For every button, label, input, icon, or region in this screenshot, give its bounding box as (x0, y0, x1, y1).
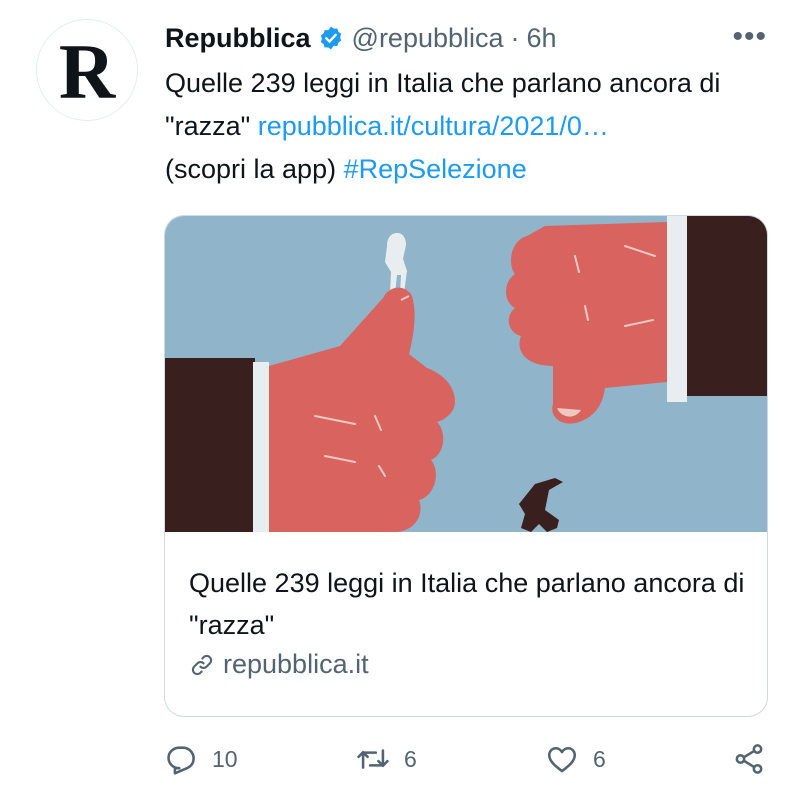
more-options-icon[interactable]: ••• (732, 22, 767, 52)
tweet-actions: 10 6 6 (164, 742, 784, 786)
tweet-time[interactable]: 6h (527, 23, 557, 54)
share-icon (735, 744, 763, 774)
heart-icon (547, 746, 577, 773)
reply-button[interactable]: 10 (164, 742, 238, 776)
link-card[interactable]: Quelle 239 leggi in Italia che parlano a… (164, 215, 768, 717)
author-handle[interactable]: @repubblica (352, 23, 504, 54)
card-title: Quelle 239 leggi in Italia che parlano a… (189, 568, 745, 640)
share-button[interactable] (732, 742, 766, 776)
tweet-header: Repubblica @repubblica · 6h (165, 18, 557, 58)
link-icon (191, 654, 213, 675)
separator-dot: · (510, 22, 520, 53)
avatar[interactable]: R (36, 19, 138, 121)
retweet-icon (357, 749, 389, 769)
card-illustration (165, 216, 767, 532)
avatar-logo: R (58, 28, 116, 115)
reply-count: 10 (212, 745, 238, 772)
retweet-count: 6 (404, 745, 417, 772)
reply-icon (167, 746, 195, 775)
card-domain: repubblica.it (189, 649, 369, 680)
verified-badge-icon (318, 25, 344, 51)
tweet-text: Quelle 239 leggi in Italia che parlano a… (165, 62, 775, 191)
card-domain-text: repubblica.it (223, 649, 369, 679)
like-count: 6 (593, 745, 606, 772)
hashtag-link[interactable]: #RepSelezione (344, 154, 527, 184)
like-button[interactable]: 6 (545, 742, 606, 776)
tweet-text-part2: (scopri la app) (165, 154, 344, 184)
tweet-link[interactable]: repubblica.it/cultura/2021/0… (258, 111, 609, 141)
author-name[interactable]: Repubblica (165, 23, 311, 54)
retweet-button[interactable]: 6 (356, 742, 417, 776)
